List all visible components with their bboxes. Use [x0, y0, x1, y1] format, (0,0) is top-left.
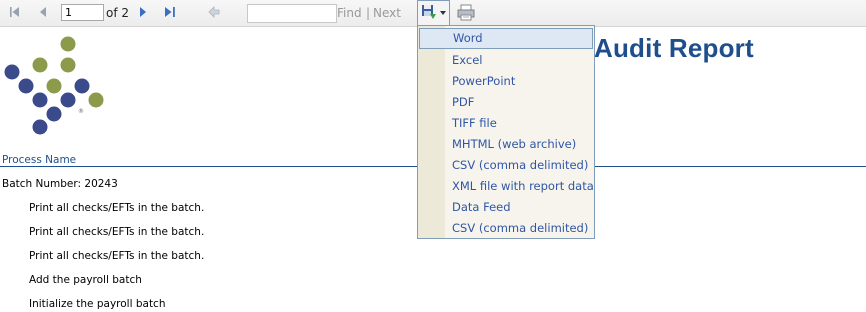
- first-page-icon[interactable]: [9, 6, 21, 18]
- menu-item-tiff[interactable]: TIFF file: [418, 113, 594, 134]
- menu-item-excel[interactable]: Excel: [418, 50, 594, 71]
- process-step: Print all checks/EFTs in the batch.: [29, 226, 205, 238]
- export-format-menu: Word Excel PowerPoint PDF TIFF file MHTM…: [417, 25, 595, 239]
- process-step: Print all checks/EFTs in the batch.: [29, 250, 205, 262]
- toolbar-separator: |: [366, 6, 371, 20]
- menu-item-powerpoint[interactable]: PowerPoint: [418, 71, 594, 92]
- menu-item-csv-2[interactable]: CSV (comma delimited): [418, 218, 594, 239]
- process-step: Add the payroll batch: [29, 274, 142, 286]
- menu-item-xml[interactable]: XML file with report data: [418, 176, 594, 197]
- export-button[interactable]: [417, 0, 450, 25]
- process-step: Print all checks/EFTs in the batch.: [29, 202, 205, 214]
- previous-page-icon[interactable]: [38, 6, 48, 18]
- dropdown-arrow-icon: [440, 11, 446, 15]
- back-icon[interactable]: [208, 6, 220, 18]
- page-count-label: of 2: [106, 6, 130, 20]
- report-toolbar: of 2 Find | Next: [0, 0, 866, 27]
- menu-item-csv[interactable]: CSV (comma delimited): [418, 155, 594, 176]
- print-icon[interactable]: [457, 4, 475, 21]
- menu-item-mhtml[interactable]: MHTML (web archive): [418, 134, 594, 155]
- column-header-process-name: Process Name: [2, 154, 77, 166]
- save-export-icon: [422, 5, 436, 19]
- page-number-input[interactable]: [61, 4, 104, 21]
- report-title: Audit Report: [594, 33, 754, 63]
- next-page-icon[interactable]: [138, 6, 148, 18]
- find-link[interactable]: Find: [337, 6, 362, 20]
- find-text-input[interactable]: [247, 4, 337, 23]
- batch-number: Batch Number: 20243: [2, 178, 118, 190]
- process-step: Initialize the payroll batch: [29, 298, 166, 310]
- menu-item-data-feed[interactable]: Data Feed: [418, 197, 594, 218]
- company-logo: ®: [4, 36, 104, 135]
- last-page-icon[interactable]: [164, 6, 177, 18]
- registered-mark: ®: [78, 108, 84, 115]
- menu-item-word[interactable]: Word: [419, 28, 593, 49]
- find-next-link[interactable]: Next: [373, 6, 401, 20]
- menu-item-pdf[interactable]: PDF: [418, 92, 594, 113]
